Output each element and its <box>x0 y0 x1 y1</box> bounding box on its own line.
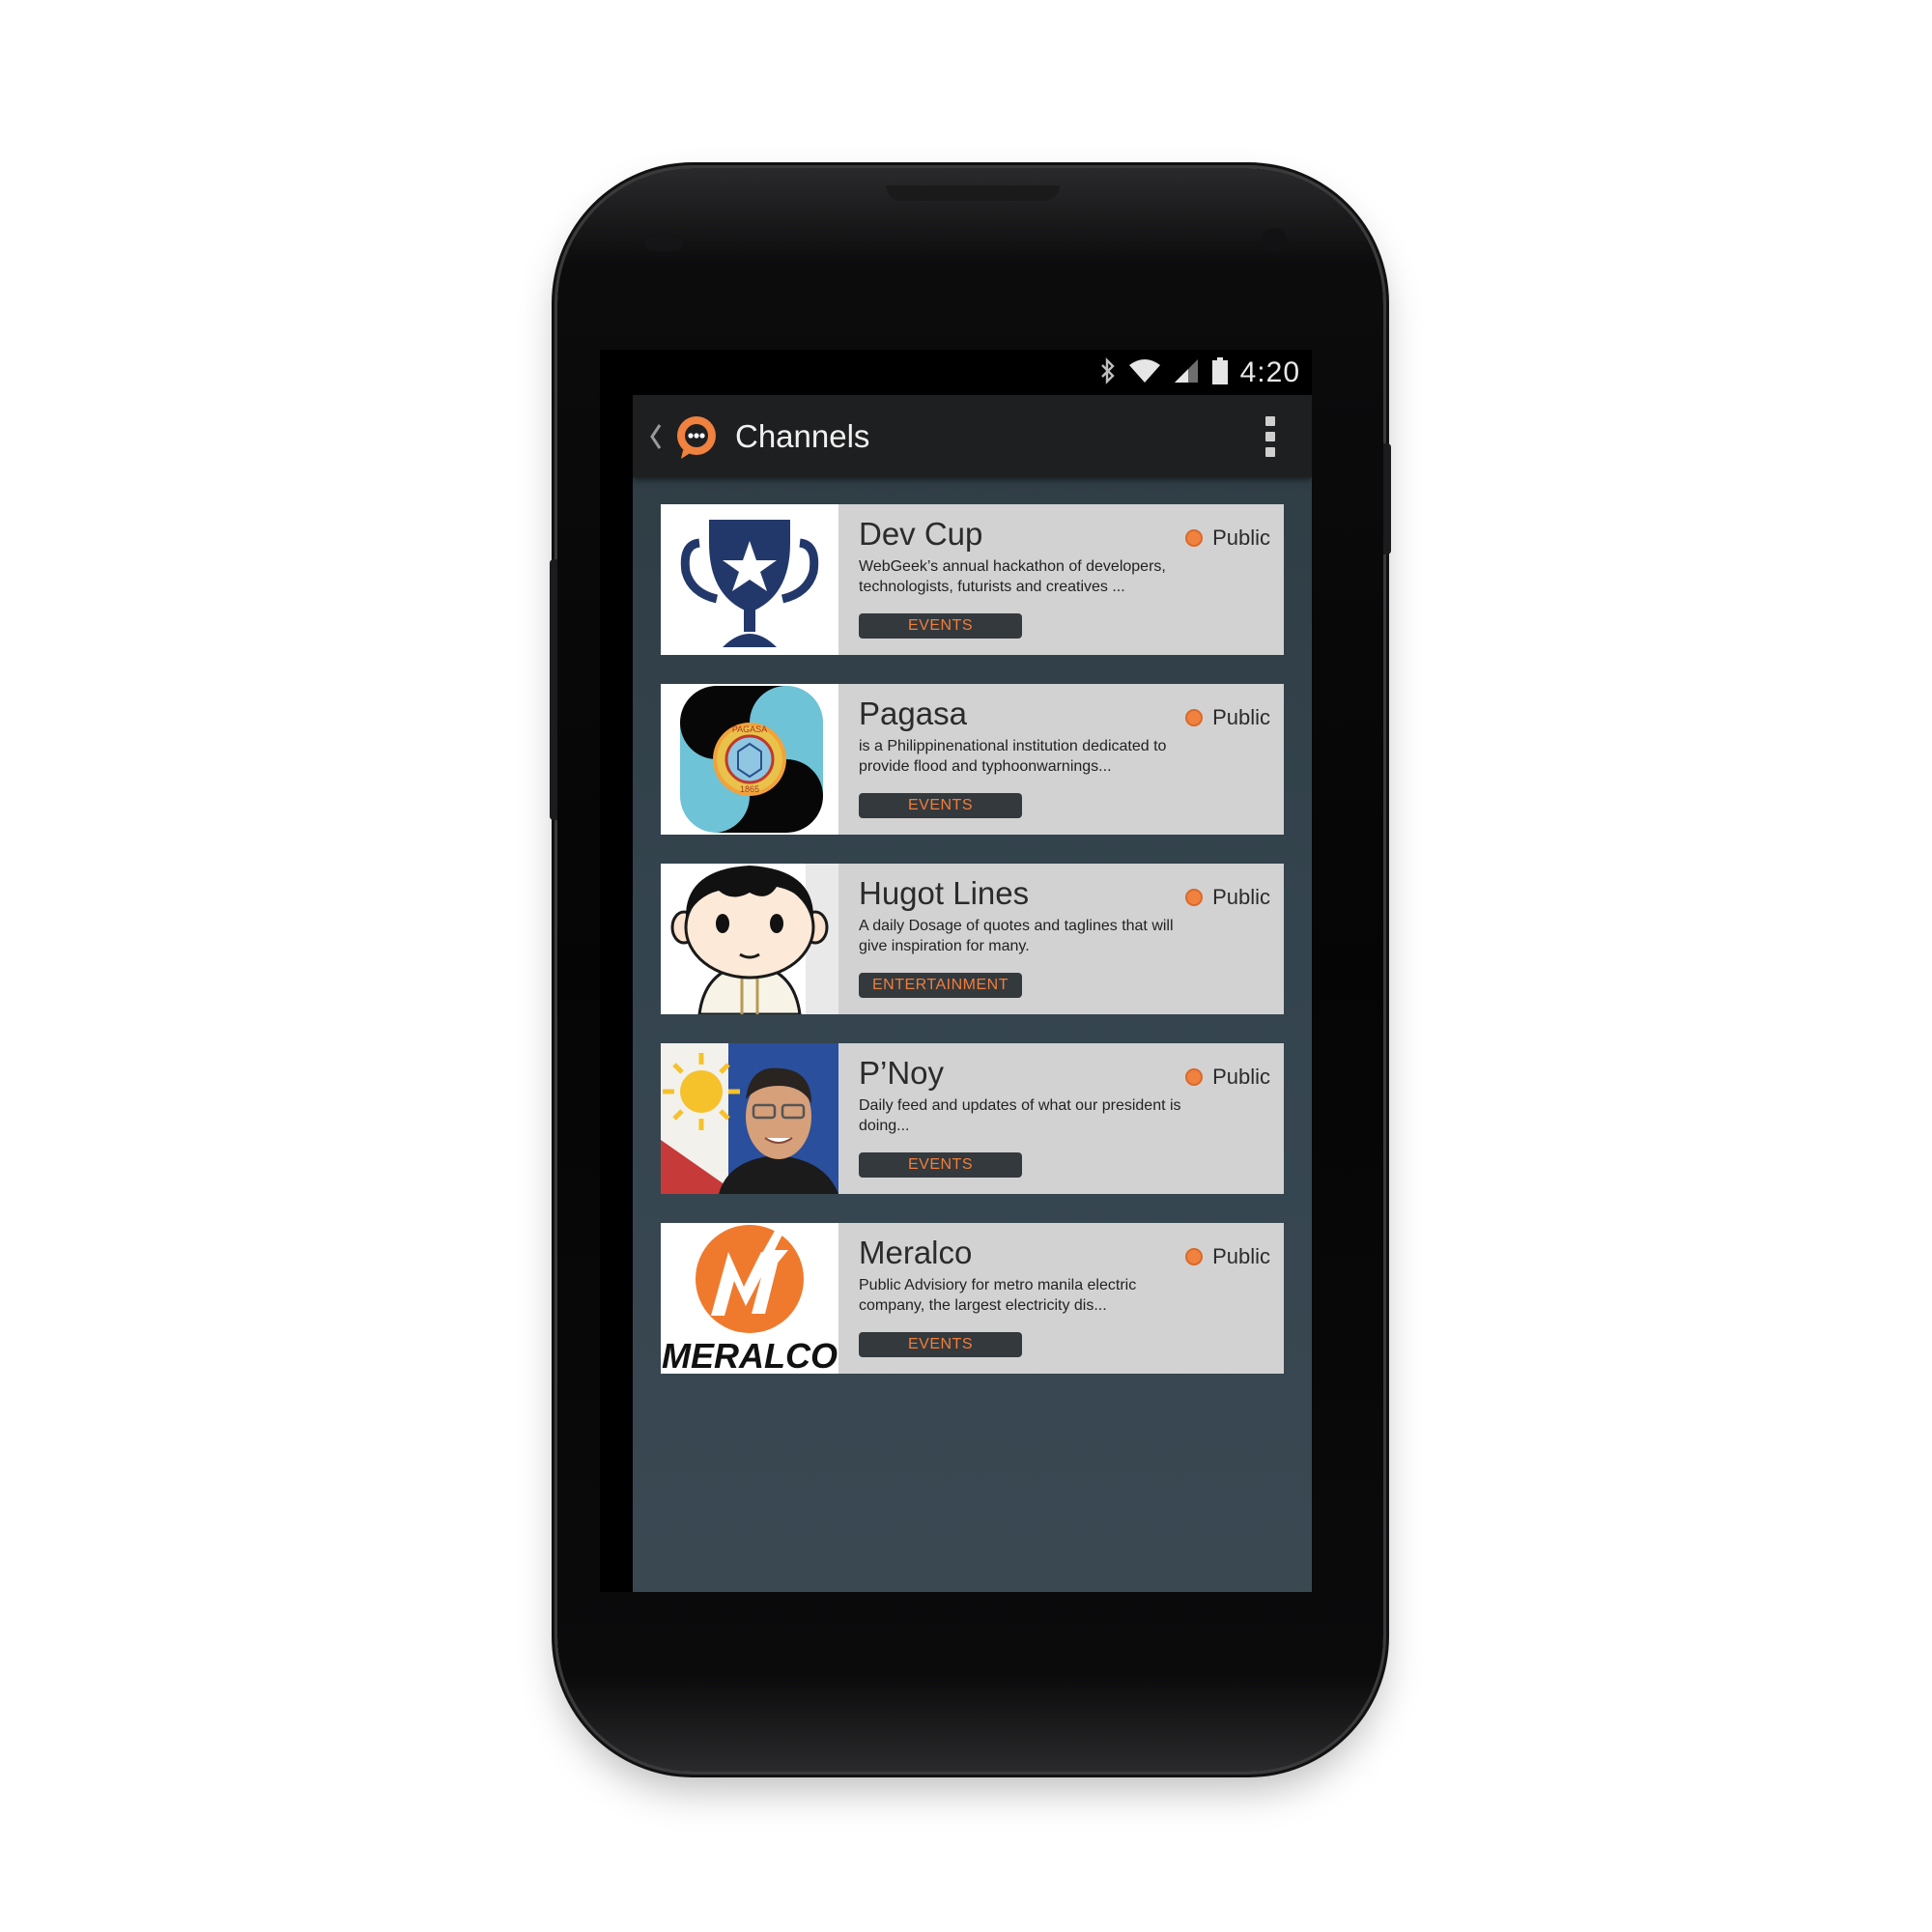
channel-description: Daily feed and updates of what our presi… <box>859 1097 1181 1134</box>
status-dot-icon <box>1185 1248 1204 1265</box>
meralco-logo-text: MERALCO <box>662 1336 838 1374</box>
power-button <box>1383 443 1391 554</box>
visibility-indicator: Public <box>1185 1244 1270 1269</box>
channel-tag[interactable]: EVENTS <box>859 613 1022 639</box>
status-dot-icon <box>1185 529 1204 547</box>
chat-bubble-logo[interactable] <box>673 413 720 460</box>
visibility-indicator: Public <box>1185 705 1270 730</box>
earpiece <box>886 185 1060 201</box>
visibility-label: Public <box>1212 1065 1270 1089</box>
overflow-menu-icon[interactable] <box>1264 416 1277 457</box>
channel-description: is a Philippinenational institution dedi… <box>859 738 1167 775</box>
back-chevron-icon[interactable] <box>646 417 666 456</box>
channel-card-pagasa[interactable]: PAGASA 1865 Pagasa is a Philippinenation… <box>661 684 1284 835</box>
president-portrait-flag <box>661 1043 838 1194</box>
action-bar: Channels <box>633 395 1312 477</box>
status-dot-icon <box>1185 1068 1204 1086</box>
channel-tag[interactable]: EVENTS <box>859 1152 1022 1178</box>
channel-name: Dev Cup <box>859 516 983 552</box>
channel-name: P’Noy <box>859 1055 945 1091</box>
meralco-logo: MERALCO <box>661 1223 838 1374</box>
channel-name: Meralco <box>859 1235 973 1270</box>
signal-icon <box>1173 357 1200 389</box>
channel-name: Hugot Lines <box>859 875 1030 911</box>
channel-card-meralco[interactable]: MERALCO Meralco Public Advisiory for met… <box>661 1223 1284 1374</box>
channel-description: Public Advisiory for metro manila electr… <box>859 1277 1137 1314</box>
channel-description: WebGeek’s annual hackathon of developers… <box>859 558 1166 595</box>
visibility-label: Public <box>1212 1244 1270 1268</box>
proximity-sensor <box>644 236 683 251</box>
visibility-indicator: Public <box>1185 1065 1270 1090</box>
screen: 4:20 Channels Dev Cup WebGeek’s annual h… <box>600 350 1312 1592</box>
visibility-label: Public <box>1212 705 1270 729</box>
pagasa-logo-text: PAGASA <box>732 724 767 734</box>
channel-tag[interactable]: EVENTS <box>859 793 1022 818</box>
wifi-icon <box>1128 357 1161 389</box>
pagasa-logo: PAGASA 1865 <box>661 684 838 835</box>
battery-icon <box>1211 356 1229 390</box>
channel-description: A daily Dosage of quotes and taglines th… <box>859 918 1174 954</box>
status-dot-icon <box>1185 889 1204 906</box>
visibility-indicator: Public <box>1185 526 1270 551</box>
channel-card-hugot-lines[interactable]: Hugot Lines A daily Dosage of quotes and… <box>661 864 1284 1014</box>
status-dot-icon <box>1185 709 1204 726</box>
channel-list: Dev Cup WebGeek’s annual hackathon of de… <box>661 504 1284 1403</box>
page-title: Channels <box>735 417 870 454</box>
status-bar: 4:20 <box>600 350 1312 395</box>
trophy-star-icon <box>661 504 838 655</box>
app-container: Channels Dev Cup WebGeek’s annual hackat… <box>633 395 1312 1592</box>
channel-tag[interactable]: ENTERTAINMENT <box>859 973 1022 998</box>
channel-tag[interactable]: EVENTS <box>859 1332 1022 1357</box>
visibility-indicator: Public <box>1185 885 1270 910</box>
cartoon-boy-avatar <box>661 864 838 1014</box>
channel-name: Pagasa <box>859 696 967 731</box>
front-camera <box>1262 228 1287 253</box>
channel-card-dev-cup[interactable]: Dev Cup WebGeek’s annual hackathon of de… <box>661 504 1284 655</box>
pagasa-logo-year: 1865 <box>740 784 759 794</box>
volume-button <box>550 559 557 820</box>
visibility-label: Public <box>1212 526 1270 550</box>
channel-card-pnoy[interactable]: P’Noy Daily feed and updates of what our… <box>661 1043 1284 1194</box>
status-time: 4:20 <box>1239 356 1300 388</box>
bluetooth-icon <box>1099 356 1117 389</box>
visibility-label: Public <box>1212 885 1270 909</box>
